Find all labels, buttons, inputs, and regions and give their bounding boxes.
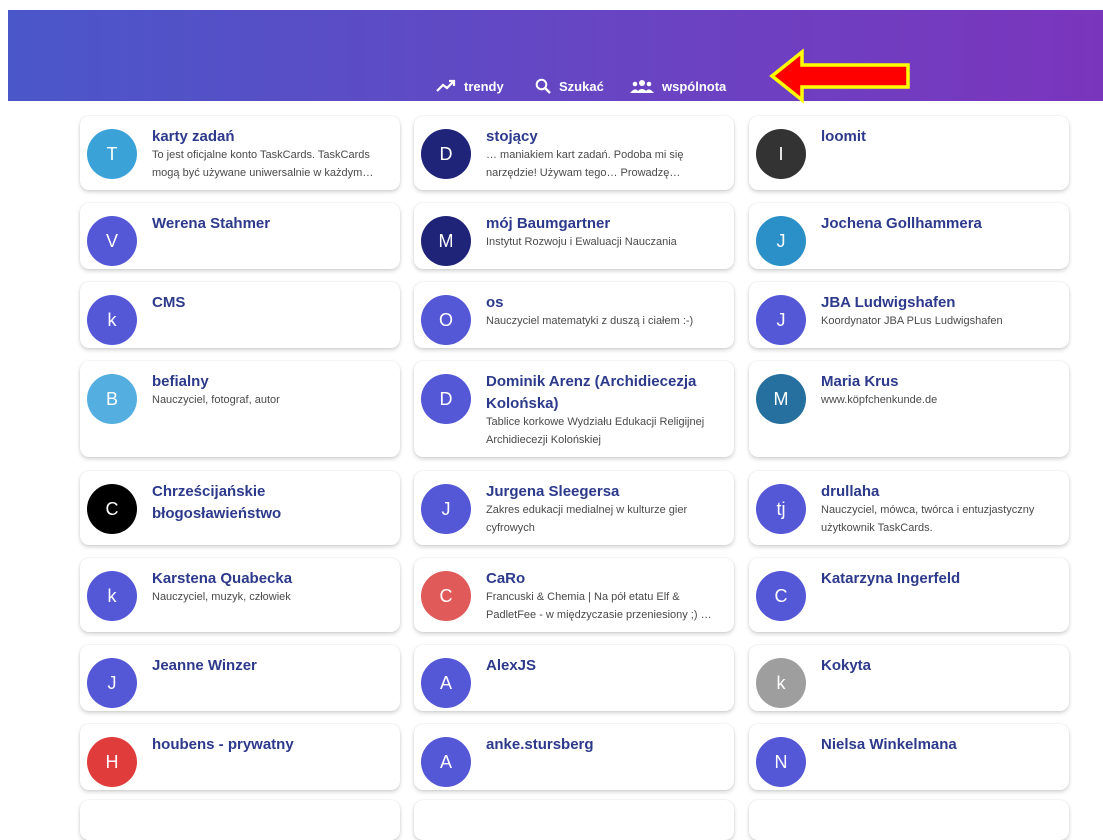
user-name: Dominik Arenz (Archidiecezja Kolońska) (486, 373, 697, 412)
user-card[interactable]: N Nielsa Winkelmana (749, 724, 1069, 790)
user-description: To jest oficjalne konto TaskCards. TaskC… (152, 149, 374, 179)
user-card[interactable]: k Karstena Quabecka Nauczyciel, muzyk, czł… (80, 558, 400, 632)
user-name: CMS (152, 294, 186, 311)
user-card[interactable]: J Jurgena Sleegersa Zakres edukacji medial… (414, 471, 734, 545)
avatar: C (756, 571, 806, 621)
user-name: AlexJS (486, 657, 537, 674)
avatar: N (756, 737, 806, 787)
user-name: karty zadań (152, 128, 235, 145)
user-description: Francuski & Chemia | Na pół etatu Elf & … (486, 591, 712, 621)
user-name: stojący (486, 128, 538, 145)
user-card[interactable]: Hhoubens - prywatny (80, 724, 400, 790)
user-name: anke.stursberg (486, 736, 594, 753)
user-card[interactable]: Dstojący … maniakiem kart zadań. Podoba m… (414, 116, 734, 190)
user-name: Kokyta (821, 657, 872, 674)
user-name: Nielsa Winkelmana (821, 736, 957, 753)
user-name: drullaha (821, 483, 880, 500)
user-name: Jeanne Winzer (152, 657, 257, 674)
user-name: JBA Ludwigshafen (821, 294, 956, 311)
avatar: A (421, 658, 471, 708)
user-card[interactable]: Aanke.stursberg (414, 724, 734, 790)
user-name: befialny (152, 373, 209, 390)
avatar: H (87, 737, 137, 787)
user-card[interactable]: Mmój Baumgartner Instytut Rozwoju i Ewalu… (414, 203, 734, 269)
avatar: tj (756, 484, 806, 534)
user-description: Nauczyciel matematyki z duszą i ciałem :… (486, 315, 694, 327)
avatar: J (756, 295, 806, 345)
user-name: houbens - prywatny (152, 736, 294, 753)
user-card[interactable]: Bbefialny Nauczyciel, fotograf, autor (80, 361, 400, 457)
user-card[interactable]: V Werena Stahmer (80, 203, 400, 269)
user-card[interactable]: C CaRo Francuski & Chemia | Na pół etatu E… (414, 558, 734, 632)
avatar: D (421, 374, 471, 424)
user-card[interactable]: k Kokyta (749, 645, 1069, 711)
avatar: J (87, 658, 137, 708)
user-description: Nauczyciel, fotograf, autor (152, 394, 280, 406)
avatar: C (87, 484, 137, 534)
user-card[interactable]: k CMS (80, 282, 400, 348)
user-name: mój Baumgartner (486, 215, 611, 232)
avatar: V (87, 216, 137, 266)
user-card[interactable]: M Maria Krus www.köpfchenkunde.de (749, 361, 1069, 457)
user-name: os (486, 294, 504, 311)
user-name: CaRo (486, 570, 526, 587)
user-name: Chrześcijańskie błogosławieństwo (152, 483, 282, 522)
user-description: Zakres edukacji medialnej w kulturze gie… (486, 504, 688, 534)
user-card[interactable] (414, 800, 734, 840)
user-card[interactable] (80, 800, 400, 840)
user-name: Jochena Gollhammera (821, 215, 982, 232)
user-card[interactable]: J JBA Ludwigshafen Koordynator JBA PLus Lu… (749, 282, 1069, 348)
user-name: Maria Krus (821, 373, 899, 390)
community-grid: Tkarty zadań To jest oficjalne konto Task… (0, 0, 1103, 840)
user-description: www.köpfchenkunde.de (821, 394, 938, 406)
user-description: Nauczyciel, mówca, twórca i entuzjastycz… (821, 504, 1035, 534)
user-description: Tablice korkowe Wydziału Edukacji Religi… (486, 416, 705, 446)
avatar: O (421, 295, 471, 345)
avatar: J (756, 216, 806, 266)
avatar: k (756, 658, 806, 708)
avatar: I (756, 129, 806, 179)
user-card[interactable]: tj drullaha Nauczyciel, mówca, twórca i en… (749, 471, 1069, 545)
user-card[interactable]: Iloomit (749, 116, 1069, 190)
user-name: Werena Stahmer (152, 215, 271, 232)
user-card[interactable]: Oos Nauczyciel matematyki z duszą i ciałe… (414, 282, 734, 348)
avatar: B (87, 374, 137, 424)
user-card[interactable]: D Dominik Arenz (Archidiecezja Kolońska) T… (414, 361, 734, 457)
avatar: C (421, 571, 471, 621)
avatar: k (87, 295, 137, 345)
avatar: M (421, 216, 471, 266)
user-card[interactable]: Tkarty zadań To jest oficjalne konto Task… (80, 116, 400, 190)
avatar: D (421, 129, 471, 179)
user-name: Katarzyna Ingerfeld (821, 570, 961, 587)
avatar: M (756, 374, 806, 424)
user-card[interactable]: C Chrześcijańskie błogosławieństwo (80, 471, 400, 545)
user-card[interactable]: A AlexJS (414, 645, 734, 711)
user-card[interactable]: C Katarzyna Ingerfeld (749, 558, 1069, 632)
user-description: Instytut Rozwoju i Ewaluacji Nauczania (486, 236, 677, 248)
user-name: Jurgena Sleegersa (486, 483, 620, 500)
avatar: A (421, 737, 471, 787)
user-name: loomit (821, 128, 866, 145)
user-card[interactable] (749, 800, 1069, 840)
user-card[interactable]: J Jeanne Winzer (80, 645, 400, 711)
user-name: Karstena Quabecka (152, 570, 293, 587)
avatar: T (87, 129, 137, 179)
user-description: … maniakiem kart zadań. Podoba mi się na… (486, 149, 684, 179)
avatar: J (421, 484, 471, 534)
user-description: Koordynator JBA PLus Ludwigshafen (821, 315, 1003, 327)
avatar: k (87, 571, 137, 621)
user-description: Nauczyciel, muzyk, człowiek (152, 591, 291, 603)
user-card[interactable]: J Jochena Gollhammera (749, 203, 1069, 269)
